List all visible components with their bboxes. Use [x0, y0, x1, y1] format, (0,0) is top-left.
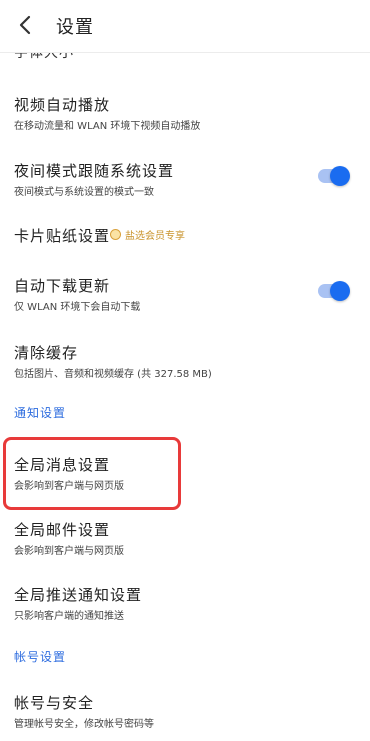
global-message-subtitle: 会影响到客户端与网页版 [14, 481, 124, 492]
global-push-row[interactable]: 全局推送通知设置 只影响客户端的通知推送 [0, 580, 370, 630]
toggle-knob [330, 166, 350, 186]
section-account: 帐号设置 [14, 650, 67, 664]
clear-cache-row[interactable]: 清除缓存 包括图片、音频和视频缓存 (共 327.58 MB) [0, 336, 370, 386]
auto-update-title: 自动下载更新 [14, 277, 111, 295]
toggle-knob [330, 281, 350, 301]
vip-badge-label: 盐选会员专享 [125, 231, 185, 242]
card-sticker-row[interactable]: 卡片贴纸设置 盐选会员专享 [0, 221, 370, 251]
global-message-row[interactable]: 全局消息设置 会影响到客户端与网页版 [0, 450, 370, 500]
account-security-title: 帐号与安全 [14, 694, 95, 712]
vip-badge: 盐选会员专享 [110, 227, 185, 242]
global-mail-subtitle: 会影响到客户端与网页版 [14, 546, 124, 557]
global-push-subtitle: 只影响客户端的通知推送 [14, 611, 124, 622]
global-mail-row[interactable]: 全局邮件设置 会影响到客户端与网页版 [0, 515, 370, 565]
night-mode-toggle[interactable] [318, 166, 350, 186]
video-autoplay-subtitle: 在移动流量和 WLAN 环境下视频自动播放 [14, 121, 201, 132]
global-mail-title: 全局邮件设置 [14, 521, 111, 539]
clear-cache-subtitle: 包括图片、音频和视频缓存 (共 327.58 MB) [14, 369, 212, 380]
global-push-title: 全局推送通知设置 [14, 586, 143, 604]
top-bar: 设置 [0, 0, 370, 53]
global-message-title: 全局消息设置 [14, 456, 111, 474]
night-mode-title: 夜间模式跟随系统设置 [14, 162, 175, 180]
page-title: 设置 [56, 17, 94, 38]
coin-icon [110, 229, 121, 240]
card-sticker-title: 卡片贴纸设置 [14, 227, 111, 245]
clear-cache-title: 清除缓存 [14, 344, 79, 362]
section-notifications: 通知设置 [14, 406, 67, 420]
auto-update-row[interactable]: 自动下载更新 仅 WLAN 环境下会自动下载 [0, 269, 370, 319]
video-autoplay-title: 视频自动播放 [14, 96, 111, 114]
auto-update-subtitle: 仅 WLAN 环境下会自动下载 [14, 302, 141, 313]
night-mode-subtitle: 夜间模式与系统设置的模式一致 [14, 187, 154, 198]
video-autoplay-row[interactable]: 视频自动播放 在移动流量和 WLAN 环境下视频自动播放 [0, 88, 370, 138]
account-security-subtitle: 管理帐号安全，修改帐号密码等 [14, 719, 154, 730]
auto-update-toggle[interactable] [318, 281, 350, 301]
chevron-left-icon[interactable] [14, 14, 36, 36]
account-security-row[interactable]: 帐号与安全 管理帐号安全，修改帐号密码等 [0, 690, 370, 735]
night-mode-row[interactable]: 夜间模式跟随系统设置 夜间模式与系统设置的模式一致 [0, 154, 370, 204]
